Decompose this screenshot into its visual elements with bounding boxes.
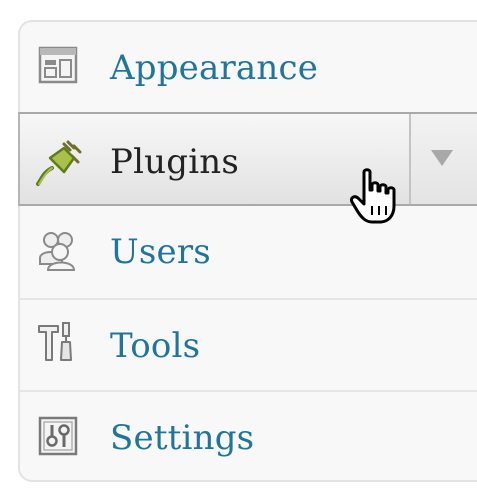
hand-cursor-icon xyxy=(350,168,396,224)
plug-icon xyxy=(36,140,82,186)
submenu-toggle[interactable] xyxy=(409,114,477,204)
sidebar-item-label-tools: Tools xyxy=(110,326,201,366)
admin-sidebar-menu: Appearance Plugins Users Tools Settings xyxy=(18,20,477,482)
sidebar-item-label-plugins: Plugins xyxy=(110,142,240,182)
triangle-down-icon xyxy=(431,150,453,166)
sidebar-item-label-users: Users xyxy=(110,232,211,272)
sidebar-item-tools[interactable]: Tools xyxy=(20,298,477,388)
sidebar-item-plugins[interactable]: Plugins xyxy=(18,112,477,206)
sidebar-item-label-appearance: Appearance xyxy=(110,48,319,88)
settings-icon xyxy=(38,416,78,456)
users-icon xyxy=(39,232,76,271)
tools-icon xyxy=(38,322,72,361)
sidebar-item-appearance[interactable]: Appearance xyxy=(20,22,477,112)
sidebar-item-label-settings: Settings xyxy=(110,418,255,458)
appearance-icon xyxy=(38,46,78,84)
sidebar-item-users[interactable]: Users xyxy=(20,206,477,296)
sidebar-item-settings[interactable]: Settings xyxy=(20,390,477,480)
